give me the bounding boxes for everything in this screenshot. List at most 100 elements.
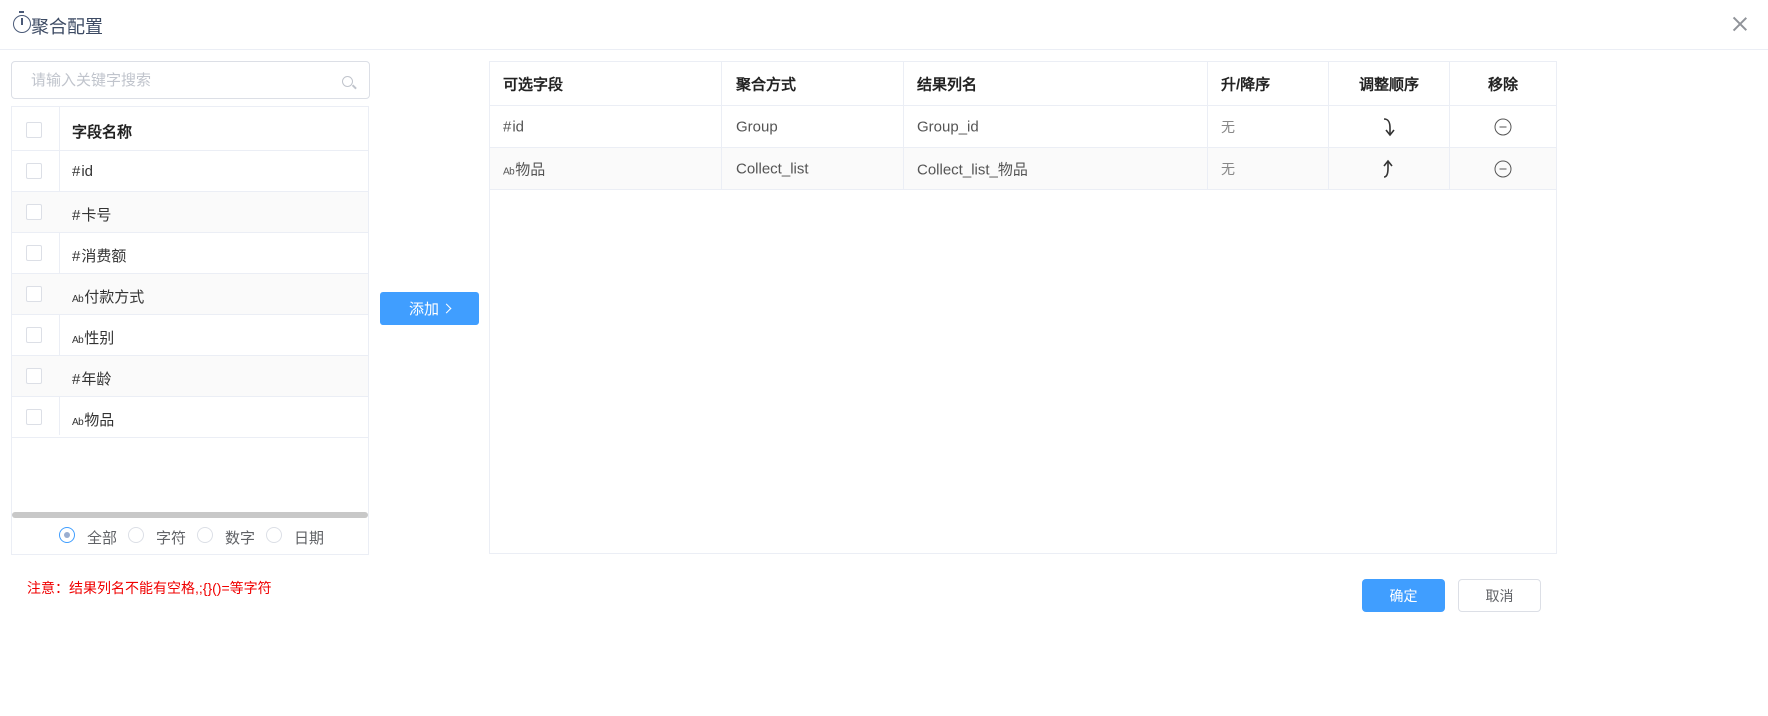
validation-note: 注意：结果列名不能有空格,;{}()=等字符	[27, 580, 272, 596]
radio-circle[interactable]	[197, 527, 213, 543]
table-cell[interactable]: Group	[722, 106, 904, 147]
table-cell	[1450, 106, 1556, 147]
field-label: Ab付款方式	[72, 286, 144, 307]
header-cell: 移除	[1450, 62, 1556, 105]
field-label: Ab物品	[72, 409, 114, 430]
number-type-icon: #	[72, 207, 81, 224]
list-item[interactable]: Ab付款方式	[12, 274, 368, 315]
table-cell[interactable]: Collect_list_物品	[904, 148, 1208, 189]
header-reorder: 调整顺序	[1358, 76, 1420, 93]
table-cell[interactable]: 无	[1208, 148, 1329, 189]
add-button-label: 添加	[408, 301, 439, 318]
field-label: #id	[72, 163, 93, 180]
number-type-icon: #	[72, 163, 81, 180]
search-icon[interactable]	[342, 76, 353, 87]
list-item[interactable]: Ab物品	[12, 397, 368, 438]
result-name-value[interactable]: Group_id	[917, 118, 979, 135]
field-label: #id	[503, 118, 524, 135]
field-name: 付款方式	[84, 289, 145, 306]
result-name-value[interactable]: Collect_list_物品	[917, 158, 1028, 179]
string-type-icon: Ab	[503, 166, 515, 177]
list-item[interactable]: #消费额	[12, 233, 368, 274]
dialog-header: 聚合配置	[0, 0, 1768, 50]
move-up-icon[interactable]	[1381, 159, 1397, 179]
move-down-icon[interactable]	[1381, 117, 1397, 137]
header-cell: 升/降序	[1208, 62, 1329, 105]
header-result-name: 结果列名	[917, 76, 978, 93]
string-type-icon: Ab	[72, 294, 84, 305]
agg-method-value[interactable]: Collect_list	[736, 160, 809, 177]
field-checkbox[interactable]	[26, 409, 42, 425]
field-name: id	[81, 163, 94, 180]
header-available-field: 可选字段	[503, 76, 564, 93]
field-label: #年龄	[72, 368, 111, 389]
field-list-header: 字段名称	[12, 107, 368, 151]
agg-method-value[interactable]: Group	[736, 118, 778, 135]
field-checkbox[interactable]	[26, 368, 42, 384]
radio-label: 字符	[156, 530, 187, 547]
header-remove: 移除	[1487, 76, 1519, 93]
field-name: 年龄	[81, 371, 112, 388]
list-item[interactable]: #卡号	[12, 192, 368, 233]
field-label: #消费额	[72, 245, 126, 266]
select-all-checkbox[interactable]	[26, 122, 42, 138]
header-cell: 结果列名	[904, 62, 1208, 105]
field-checkbox[interactable]	[26, 245, 42, 261]
radio-circle[interactable]	[128, 527, 144, 543]
list-item[interactable]: Ab性别	[12, 315, 368, 356]
table-cell[interactable]: Collect_list	[722, 148, 904, 189]
table-cell	[1450, 148, 1556, 189]
header-cell: 可选字段	[490, 62, 722, 105]
field-checkbox[interactable]	[26, 204, 42, 220]
radio-label: 日期	[294, 530, 325, 547]
list-item[interactable]: #年龄	[12, 356, 368, 397]
sort-order-value[interactable]: 无	[1221, 117, 1235, 137]
field-name: 消费额	[81, 248, 127, 265]
field-name: 性别	[84, 330, 115, 347]
table-cell	[1329, 148, 1450, 189]
search-input[interactable]	[13, 63, 333, 97]
field-label: #卡号	[72, 204, 111, 225]
field-label: Ab性别	[72, 327, 114, 348]
table-cell[interactable]: 无	[1208, 106, 1329, 147]
field-name: 卡号	[81, 207, 112, 224]
string-type-icon: Ab	[72, 417, 84, 428]
field-checkbox[interactable]	[26, 327, 42, 343]
table-cell[interactable]: Group_id	[904, 106, 1208, 147]
table-cell	[1329, 106, 1450, 147]
field-name: 物品	[515, 161, 546, 178]
table-row: Ab物品 Collect_list Collect_list_物品 无	[490, 148, 1556, 190]
chevron-right-icon	[441, 303, 452, 314]
header-sort-order: 升/降序	[1221, 76, 1271, 93]
close-icon[interactable]	[1730, 14, 1750, 34]
table-cell: Ab物品	[490, 148, 722, 189]
list-item[interactable]: #id	[12, 151, 368, 192]
field-name: 物品	[84, 412, 115, 429]
result-table-header: 可选字段 聚合方式 结果列名 升/降序 调整顺序 移除	[490, 62, 1556, 106]
radio-label: 数字	[225, 530, 256, 547]
add-button[interactable]: 添加	[380, 292, 479, 325]
radio-circle[interactable]	[59, 527, 75, 543]
number-type-icon: #	[72, 371, 81, 388]
radio-circle[interactable]	[266, 527, 282, 543]
number-type-icon: #	[72, 248, 81, 265]
dialog-title: 聚合配置	[31, 17, 103, 37]
remove-circle-icon[interactable]	[1494, 118, 1512, 135]
field-checkbox[interactable]	[26, 286, 42, 302]
table-cell: #id	[490, 106, 722, 147]
horizontal-scrollbar[interactable]	[12, 512, 368, 518]
number-type-icon: #	[503, 118, 512, 135]
radio-label: 全部	[87, 530, 118, 547]
string-type-icon: Ab	[72, 335, 84, 346]
result-table: 可选字段 聚合方式 结果列名 升/降序 调整顺序 移除 #id Group Gr…	[489, 61, 1557, 554]
field-search-box	[11, 61, 370, 99]
cancel-button[interactable]: 取消	[1458, 579, 1541, 612]
header-agg-method: 聚合方式	[736, 76, 797, 93]
field-list-table: 字段名称 #id #卡号 #消费额 Ab付款方式 Ab性别 #年龄 Ab物品 全…	[11, 106, 369, 555]
confirm-button[interactable]: 确定	[1362, 579, 1445, 612]
remove-circle-icon[interactable]	[1494, 160, 1512, 177]
header-cell: 聚合方式	[722, 62, 904, 105]
sort-order-value[interactable]: 无	[1221, 159, 1235, 179]
field-checkbox[interactable]	[26, 163, 42, 179]
table-row: #id Group Group_id 无	[490, 106, 1556, 148]
